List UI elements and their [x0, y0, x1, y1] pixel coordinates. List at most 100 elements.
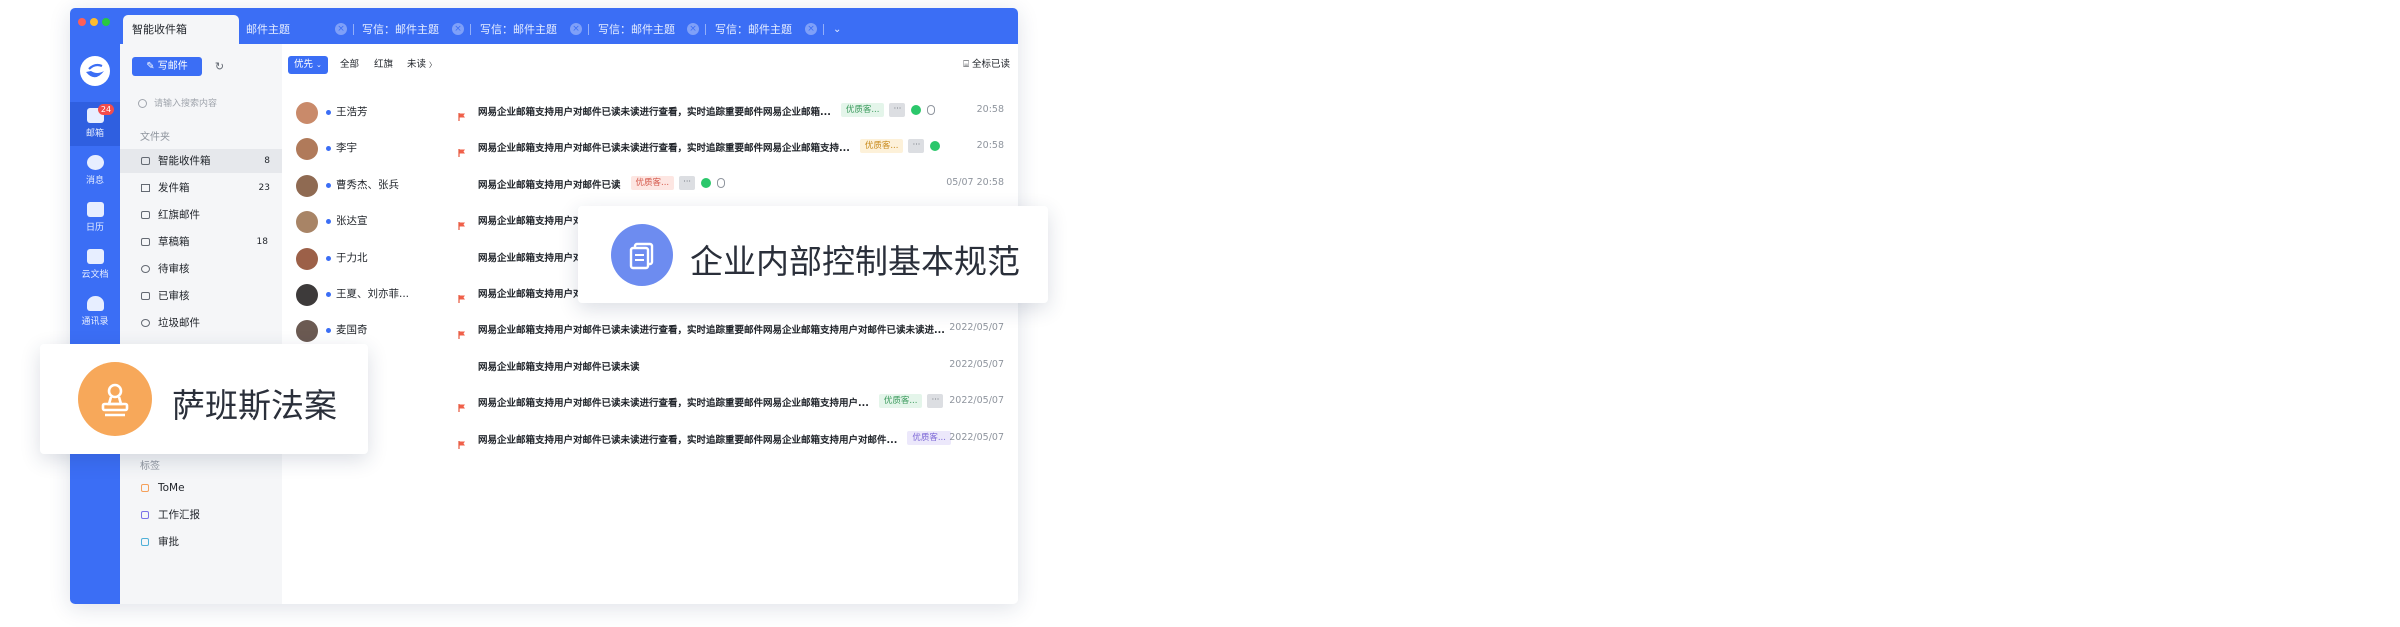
tab-smart-inbox[interactable]: 智能收件箱 [123, 15, 239, 44]
avatar [296, 102, 318, 124]
folder-label: 已审核 [158, 290, 190, 302]
mail-row[interactable]: Ì网易企业邮箱支持用户对邮件已读未读进行查看，实时追踪重要邮件网易企业邮箱支持用… [282, 383, 1018, 419]
more-tags-icon[interactable]: ··· [889, 103, 906, 117]
close-tab-icon[interactable]: × [805, 23, 817, 35]
red-flag-icon[interactable] [458, 142, 466, 158]
rail-label-cloud-docs: 云文档 [81, 270, 109, 280]
mail-row[interactable]: Ì网易企业邮箱支持用户对邮件已读未读进行查看，实时追踪重要邮件网易企业邮箱支持用… [282, 420, 1018, 456]
tab-mail-subject[interactable]: 邮件主题 [246, 15, 290, 44]
folder-label: 垃圾邮件 [158, 317, 200, 329]
avatar [296, 138, 318, 161]
mail-date: 2022/05/07 [949, 358, 1004, 370]
close-tab-icon[interactable]: × [335, 23, 347, 35]
rail-label-mail: 邮箱 [85, 129, 104, 139]
customer-tag-chip[interactable]: 优质客... [878, 394, 923, 409]
avatar [296, 174, 318, 197]
rail-item-cloud-docs[interactable]: 云文档 [70, 243, 120, 287]
refresh-icon[interactable]: ↻ [212, 59, 227, 74]
tab-compose-2[interactable]: 写信：邮件主题 [480, 15, 557, 44]
filter-priority[interactable]: 优先 ⌄ [288, 56, 328, 74]
tag-work-report[interactable]: 工作汇报 [120, 503, 282, 527]
flag-icon [141, 211, 150, 219]
folder-reviewed[interactable]: 已审核 [120, 284, 282, 308]
unread-dot [326, 255, 331, 261]
folder-flagged[interactable]: 红旗邮件 [120, 203, 282, 227]
rail-label-contacts: 通讯录 [81, 317, 109, 327]
calendar-icon [86, 202, 104, 217]
filter-label: 优先 [294, 59, 314, 70]
mail-row[interactable]: Â网易企业邮箱支持用户对邮件已读未读2022/05/07 [282, 347, 1018, 383]
close-tab-icon[interactable]: × [570, 23, 582, 35]
chevron-down-icon: ⌄ [316, 61, 322, 69]
red-flag-icon[interactable] [458, 288, 466, 303]
folder-smart-inbox[interactable]: 智能收件箱 8 [120, 149, 282, 173]
compose-label: 写邮件 [157, 61, 188, 72]
more-tags-icon[interactable]: ··· [679, 175, 696, 190]
mail-row[interactable]: 曹秀杰、张兵 网易企业邮箱支持用户对邮件已读 优质客... ··· 05/07 20:5… [282, 165, 1018, 201]
minimize-window-button[interactable] [90, 18, 98, 26]
chevron-down-icon[interactable]: ⌄ [833, 15, 841, 44]
rail-item-mail[interactable]: 24 邮箱 [70, 102, 120, 146]
rail-item-calendar[interactable]: 日历 [70, 196, 120, 240]
avatar [296, 320, 318, 343]
red-flag-icon[interactable] [458, 215, 466, 231]
tag-approval[interactable]: 审批 [120, 530, 282, 554]
close-window-button[interactable] [78, 18, 86, 26]
mail-date: 20:58 [976, 140, 1004, 152]
folder-spam[interactable]: 垃圾邮件 [120, 311, 282, 335]
mark-all-read-button[interactable]: ⌸ 全标已读 [963, 56, 1010, 74]
close-tab-icon[interactable]: × [452, 23, 464, 35]
customer-tag-chip[interactable]: 优质客... [630, 175, 675, 190]
app-logo-icon [80, 56, 110, 86]
folder-pending-review[interactable]: 待审核 [120, 257, 282, 281]
check-box-icon [141, 292, 150, 300]
folder-label: 草稿箱 [158, 236, 190, 248]
red-flag-icon[interactable] [458, 397, 466, 413]
maximize-window-button[interactable] [102, 18, 110, 26]
close-tab-icon[interactable]: × [687, 23, 699, 35]
compose-button[interactable]: ✎ 写邮件 [132, 57, 202, 76]
red-flag-icon[interactable] [458, 324, 466, 340]
folder-label: 红旗邮件 [158, 209, 200, 221]
folder-outbox[interactable]: 发件箱 23 [120, 176, 282, 200]
filter-flagged[interactable]: 红旗 [374, 56, 393, 74]
red-flag-icon[interactable] [458, 106, 466, 121]
mail-date: 2022/05/07 [949, 322, 1004, 334]
mail-row[interactable]: 麦国奇 网易企业邮箱支持用户对邮件已读未读进行查看，实时追踪重要邮件网易企业邮箱支… [282, 310, 1018, 346]
red-flag-icon[interactable] [458, 434, 466, 449]
customer-tag-chip[interactable]: 优质客... [859, 139, 904, 154]
mail-row[interactable]: 李宇 网易企业邮箱支持用户对邮件已读未读进行查看，实时追踪重要邮件网易企业邮箱支持… [282, 128, 1018, 164]
avatar [296, 211, 318, 234]
tag-color-icon [141, 484, 149, 492]
folder-drafts[interactable]: 草稿箱 18 [120, 230, 282, 254]
tab-compose-3[interactable]: 写信：邮件主题 [598, 15, 675, 44]
policy-callout-card: 企业内部控制基本规范 [578, 206, 1048, 303]
wechat-icon [701, 177, 712, 188]
more-tags-icon[interactable]: ··· [908, 139, 925, 154]
filter-all[interactable]: 全部 [340, 56, 359, 74]
avatar [296, 284, 318, 306]
rail-item-contacts[interactable]: 通讯录 [70, 290, 120, 334]
wechat-icon [930, 141, 941, 152]
search-input[interactable]: 请输入搜索内容 [132, 94, 272, 114]
sender-name: 王浩芳 [336, 106, 368, 118]
tag-tome[interactable]: ToMe [120, 476, 282, 500]
tag-color-icon [141, 538, 149, 546]
contacts-icon [86, 296, 104, 311]
more-tags-icon[interactable]: ··· [927, 394, 944, 409]
wechat-icon [911, 105, 922, 115]
customer-tag-chip[interactable]: 优质客... [907, 430, 951, 445]
tab-compose-4[interactable]: 写信：邮件主题 [715, 15, 792, 44]
rail-item-messages[interactable]: 消息 [70, 149, 120, 193]
customer-tag-chip[interactable]: 优质客... [840, 103, 885, 117]
filter-unread[interactable]: 未读 〉 [407, 56, 436, 74]
mail-row[interactable]: 王浩芳 网易企业邮箱支持用户对邮件已读未读进行查看，实时追踪重要邮件网易企业邮箱.… [282, 92, 1018, 128]
sender-name: 张达宣 [336, 215, 368, 228]
unread-dot [326, 146, 331, 152]
tab-compose-1[interactable]: 写信：邮件主题 [362, 15, 439, 44]
search-icon [138, 99, 147, 108]
lock-icon [141, 265, 150, 273]
policy-callout-text: 企业内部控制基本规范 [690, 242, 1020, 281]
unread-dot [326, 292, 331, 297]
folder-label: 发件箱 [158, 182, 190, 194]
